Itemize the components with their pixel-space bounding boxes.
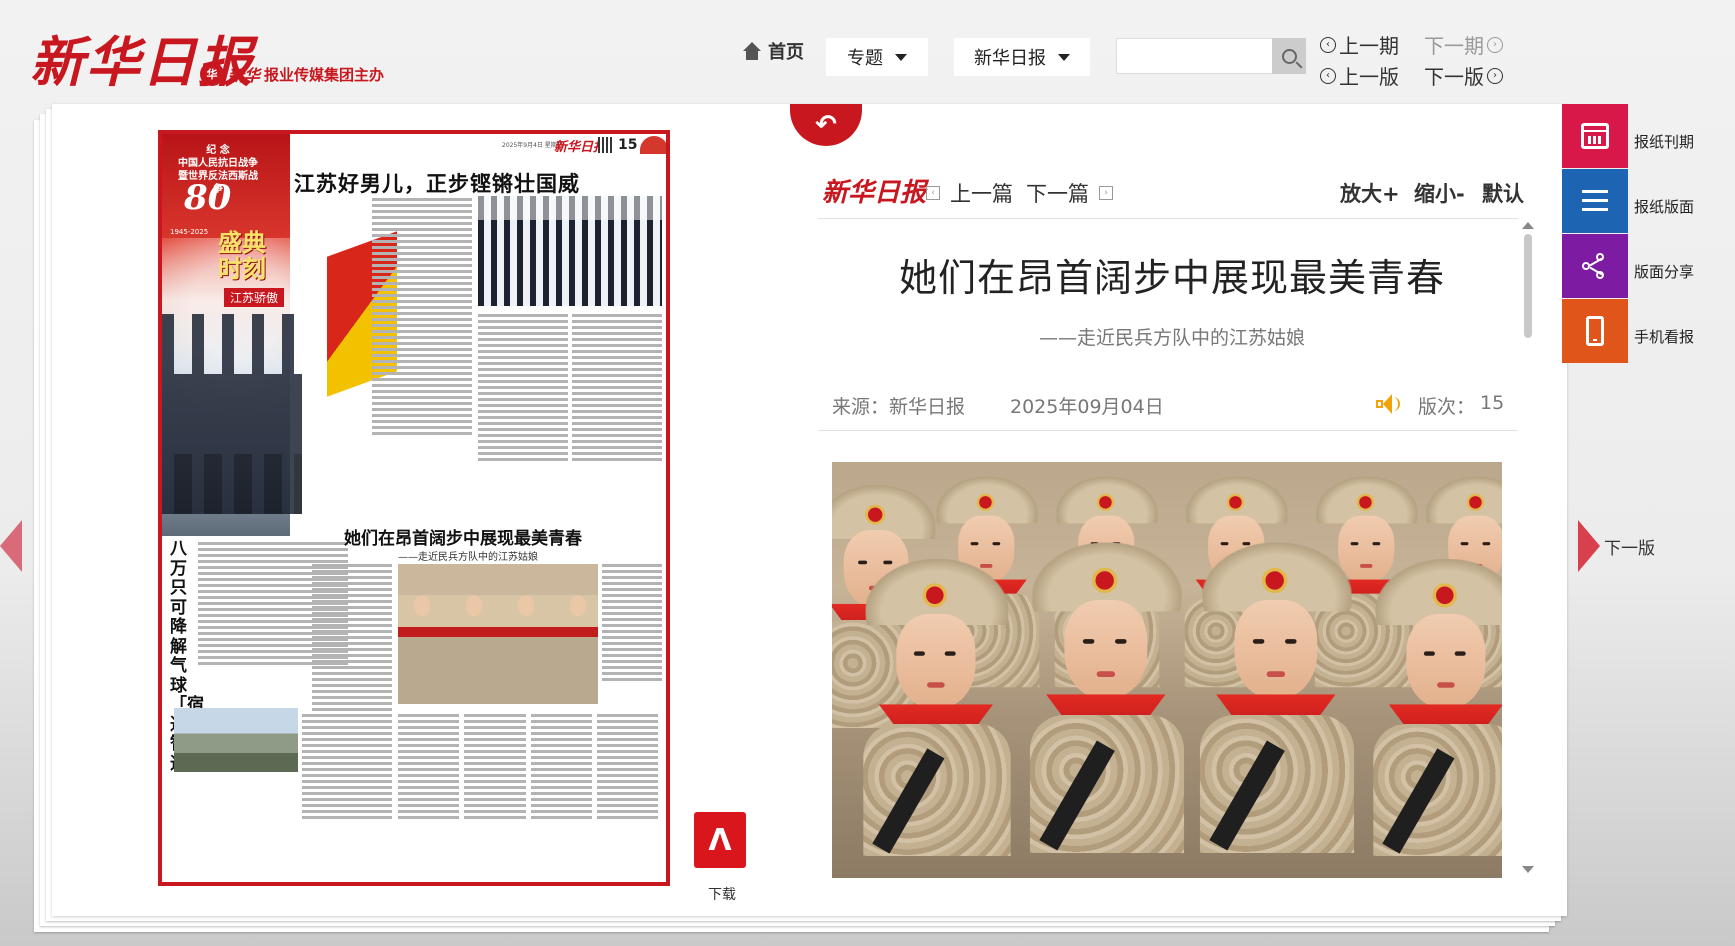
article-logo: 新华日报 [822, 178, 927, 208]
chevron-left-icon: ‹ [926, 186, 940, 200]
prev-page-arrow-icon[interactable] [0, 520, 22, 572]
article-date: 2025年09月04日 [1010, 396, 1164, 418]
navy-parade-photo[interactable] [478, 196, 662, 306]
article-subtitle: ——走近民兵方队中的江苏姑娘 [1038, 327, 1305, 349]
scroll-up-arrow-icon[interactable] [1522, 222, 1534, 229]
scroll-down-arrow-icon[interactable] [1522, 866, 1534, 873]
download-label[interactable]: 下载 [708, 884, 736, 904]
home-link[interactable]: 首页 [742, 38, 804, 64]
prev-page-link[interactable]: ‹ 上一版 [1320, 61, 1399, 90]
topic-dropdown[interactable]: 专题 [826, 38, 928, 76]
chevron-left-icon: ‹ [1320, 67, 1336, 84]
prev-article-link[interactable]: ‹ 上一篇 [926, 178, 1013, 208]
header-divider [818, 218, 1518, 219]
shengdian-title: 盛典 时刻 [218, 229, 266, 284]
balloon-photo[interactable] [174, 708, 298, 772]
home-label: 首页 [768, 42, 804, 63]
chevron-down-icon [895, 53, 907, 61]
mobile-read-label[interactable]: 手机看报 [1634, 326, 1694, 347]
paper-text-block[interactable] [398, 714, 658, 822]
next-page-arrow-icon[interactable] [1578, 520, 1600, 572]
zoom-out-button[interactable]: 缩小- [1414, 178, 1465, 208]
parade-shape [162, 314, 302, 514]
phone-icon [1586, 316, 1604, 346]
page-list-label[interactable]: 报纸版面 [1634, 196, 1694, 217]
next-issue-link[interactable]: 下一期 › [1424, 30, 1503, 59]
next-page-side-label[interactable]: 下一版 [1604, 534, 1655, 559]
next-issue-label: 下一期 [1424, 34, 1484, 58]
publisher-brand: 新华 [228, 66, 261, 85]
article-source: 来源：新华日报 [832, 396, 966, 418]
next-article-link[interactable]: 下一篇 › [1026, 178, 1113, 208]
paper-subtitle-2: ——走近民兵方队中的江苏姑娘 [398, 552, 538, 563]
next-article-label: 下一篇 [1026, 182, 1089, 206]
page-share-label[interactable]: 版面分享 [1634, 261, 1694, 282]
paper-page-number: 15 [618, 137, 638, 153]
meta-divider [818, 430, 1518, 431]
scrollbar-thumb[interactable] [1524, 234, 1532, 338]
prev-article-label: 上一篇 [950, 182, 1013, 206]
paper-text-block[interactable] [572, 314, 662, 464]
chevron-right-icon: › [1099, 186, 1113, 200]
zoom-in-button[interactable]: 放大+ [1340, 178, 1400, 208]
publisher-host-text: 报业传媒集团主办 [264, 65, 385, 84]
page-label: 版次： [1418, 396, 1476, 418]
emblem-icon [640, 136, 666, 154]
pdf-download-button[interactable]: ᐱ [694, 812, 746, 868]
militia-photo-thumb[interactable] [398, 564, 598, 704]
share-icon [1582, 253, 1608, 279]
anniversary-years: 1945-2025 [170, 228, 209, 236]
speaker-icon[interactable] [1376, 393, 1402, 415]
paper-headline[interactable]: 江苏好男儿，正步铿锵壮国威 [294, 168, 580, 198]
next-page-label: 下一版 [1424, 65, 1484, 89]
article-photo[interactable] [832, 462, 1502, 878]
search-icon [1281, 48, 1297, 64]
paper-text-block[interactable] [302, 714, 392, 822]
chevron-left-icon: ‹ [1320, 36, 1336, 53]
page-value: 15 [1480, 392, 1505, 414]
paper-text-block[interactable] [372, 198, 472, 438]
paper-text-block[interactable] [478, 314, 568, 464]
newspaper-page[interactable]: 2025年9月4日 星期四 新华日报 15 纪 念 中国人民抗日战争 暨世界反法… [158, 130, 670, 886]
paper-text-block[interactable] [602, 564, 662, 684]
prev-issue-link[interactable]: ‹ 上一期 [1320, 30, 1399, 59]
list-icon [1582, 190, 1608, 212]
publisher-line: 华 新华 报业传媒集团主办 [200, 62, 384, 86]
page-share-button[interactable] [1562, 234, 1628, 298]
article-title: 她们在昂首阔步中展现最美青春 [898, 256, 1445, 300]
publisher-logo-icon: 华 [200, 62, 224, 86]
jiangsu-tag: 江苏骄傲 [224, 288, 285, 307]
chevron-right-icon: › [1487, 36, 1503, 53]
mobile-read-button[interactable] [1562, 299, 1628, 363]
chevron-right-icon: › [1487, 67, 1503, 84]
zoom-default-button[interactable]: 默认 [1482, 178, 1524, 208]
calendar-icon [1581, 123, 1609, 149]
issue-calendar-button[interactable] [1562, 104, 1628, 168]
chevron-down-icon [1058, 53, 1070, 61]
search-button[interactable] [1272, 38, 1306, 74]
return-arrow-icon: ↶ [815, 110, 837, 140]
home-icon [742, 42, 762, 60]
qr-code-icon [598, 137, 614, 153]
prev-issue-label: 上一期 [1339, 34, 1399, 58]
pdf-icon: ᐱ [708, 822, 732, 858]
paper-dropdown-label: 新华日报 [974, 48, 1046, 69]
anniversary-80: 80 [184, 178, 232, 218]
prev-page-label: 上一版 [1339, 65, 1399, 89]
paper-headline-2[interactable]: 她们在昂首阔步中展现最美青春 [344, 524, 582, 549]
next-page-link[interactable]: 下一版 › [1424, 61, 1503, 90]
issue-calendar-label[interactable]: 报纸刊期 [1634, 131, 1694, 152]
paper-dropdown[interactable]: 新华日报 [954, 38, 1090, 76]
page-list-button[interactable] [1562, 169, 1628, 233]
topic-dropdown-label: 专题 [847, 48, 883, 69]
search-input[interactable] [1116, 38, 1274, 74]
